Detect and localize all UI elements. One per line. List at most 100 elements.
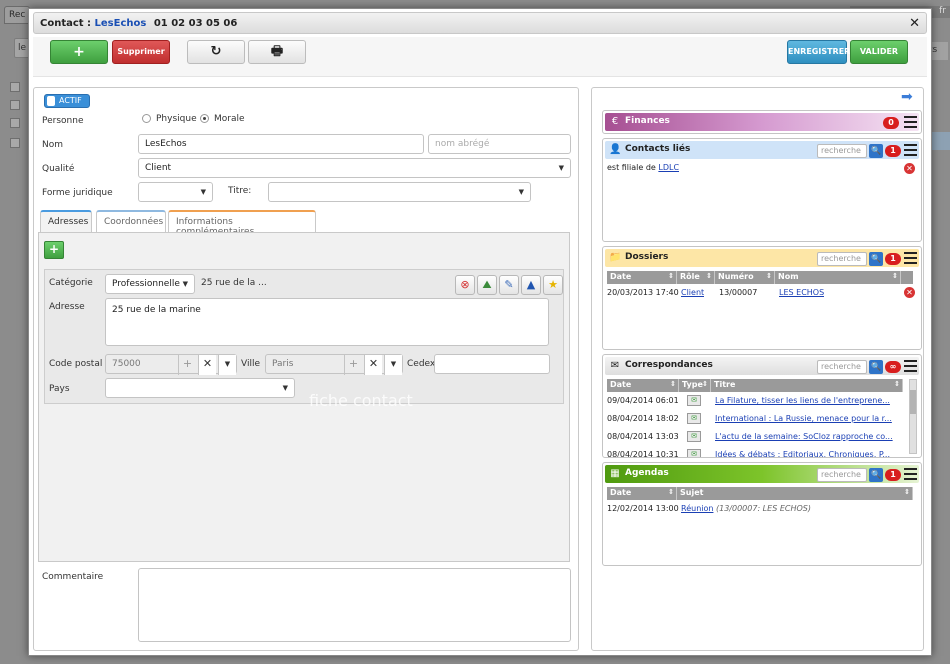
correspondances-widget: ✉ Correspondances recherche 🔍 ∞ Date ⇕ Ty…	[602, 354, 922, 458]
pays-select[interactable]	[105, 378, 295, 398]
add-button[interactable]: +	[50, 40, 108, 64]
close-icon[interactable]: ✕	[909, 16, 920, 31]
agendas-search-input[interactable]: recherche	[817, 468, 867, 482]
correspondances-scrollbar[interactable]	[909, 379, 917, 454]
delete-icon[interactable]: ✕	[904, 287, 915, 298]
table-row[interactable]: 08/04/2014 10:31 ✉ Idées & débats : Edit…	[607, 447, 903, 457]
contacts-search-input[interactable]: recherche	[817, 144, 867, 158]
morale-radio[interactable]	[200, 114, 209, 123]
table-row[interactable]: 09/04/2014 06:01 ✉ La Filature, tisser l…	[607, 393, 903, 411]
qualite-select[interactable]: Client	[138, 158, 571, 178]
calendar-icon: ▦	[610, 468, 620, 479]
menu-icon[interactable]	[904, 116, 917, 128]
categorie-select[interactable]: Professionnelle	[105, 274, 195, 294]
correspondance-date: 08/04/2014 13:03	[607, 432, 679, 441]
column-header[interactable]: Rôle ⇕	[677, 271, 715, 284]
physique-label: Physique	[156, 114, 197, 124]
column-header[interactable]: Date ⇕	[607, 379, 679, 392]
menu-icon[interactable]	[904, 252, 917, 264]
correspondance-title[interactable]: La Filature, tisser les liens de l'entre…	[715, 396, 903, 405]
titre-select[interactable]	[268, 182, 531, 202]
favorite-star-icon[interactable]: ★	[543, 275, 563, 295]
agendas-title: Agendas	[625, 468, 669, 478]
menu-icon[interactable]	[904, 468, 917, 480]
save-button[interactable]: ENREGISTRER	[787, 40, 850, 64]
adresse-textarea[interactable]: 25 rue de la marine	[105, 298, 549, 346]
map-icon[interactable]: ⛰	[477, 275, 497, 295]
column-header[interactable]: Date ⇕	[607, 487, 677, 500]
dossier-role[interactable]: Client	[681, 288, 704, 297]
correspondance-title[interactable]: International : La Russie, menace pour l…	[715, 414, 903, 423]
correspondance-title[interactable]: L'actu de la semaine: SoCloz rapproche c…	[715, 432, 903, 441]
clear-icon[interactable]: ✕	[198, 355, 216, 375]
contact-name: LesEchos	[94, 18, 147, 29]
forme-juridique-label: Forme juridique	[42, 188, 113, 198]
email-type-icon: ✉	[687, 431, 701, 442]
delete-address-icon[interactable]: ⊗	[455, 275, 475, 295]
plus-icon[interactable]: +	[178, 355, 196, 375]
add-address-button[interactable]: +	[44, 241, 64, 259]
plus-icon[interactable]: +	[344, 355, 362, 375]
refresh-button[interactable]: ↻	[187, 40, 245, 64]
move-up-icon[interactable]: ▲	[521, 275, 541, 295]
correspondances-search-input[interactable]: recherche	[817, 360, 867, 374]
code-postal-input[interactable]: 75000 + ✕ ▼	[105, 354, 237, 375]
delete-icon[interactable]: ✕	[904, 163, 915, 174]
cedex-input[interactable]	[434, 354, 550, 374]
agenda-subject-link[interactable]: Réunion	[681, 504, 713, 513]
clear-icon[interactable]: ✕	[364, 355, 382, 375]
refresh-icon: ↻	[210, 44, 222, 59]
address-summary: 25 rue de la ...	[201, 278, 267, 288]
column-header[interactable]: Nom ⇕	[775, 271, 901, 284]
nom-abrege-input[interactable]: nom abrégé	[428, 134, 571, 154]
delete-button[interactable]: Supprimer	[112, 40, 170, 64]
search-icon[interactable]: 🔍	[869, 144, 883, 158]
physique-radio[interactable]	[142, 114, 151, 123]
euro-icon: €	[611, 116, 619, 127]
dossiers-title: Dossiers	[625, 252, 669, 262]
column-header[interactable]: Sujet ⇕	[677, 487, 913, 500]
forme-juridique-select[interactable]	[138, 182, 213, 202]
column-header[interactable]: Date ⇕	[607, 271, 677, 284]
correspondance-title[interactable]: Idées & débats : Editoriaux, Chroniques,…	[715, 450, 903, 457]
table-row[interactable]: 08/04/2014 13:03 ✉ L'actu de la semaine:…	[607, 429, 903, 447]
finances-header: € Finances 0	[605, 113, 919, 131]
background-checkbox	[10, 82, 20, 92]
dossier-nom[interactable]: LES ECHOS	[779, 288, 824, 297]
person-icon: 👤	[609, 144, 622, 155]
tab-adresses[interactable]: Adresses	[40, 210, 92, 232]
toolbar: + Supprimer ↻ 🖶 ENREGISTRER VALIDER	[33, 37, 927, 77]
ville-input[interactable]: Paris + ✕ ▼	[265, 354, 403, 375]
table-row[interactable]: 12/02/2014 13:00 Réunion (13/00007: LES …	[607, 501, 913, 519]
search-icon[interactable]: 🔍	[869, 360, 883, 374]
search-icon[interactable]: 🔍	[869, 252, 883, 266]
chevron-down-icon[interactable]: ▼	[384, 355, 402, 375]
tab-coordonnees[interactable]: Coordonnées	[96, 210, 166, 232]
widgets-panel: ➡ € Finances 0 👤 Contacts liés recherche…	[591, 87, 924, 651]
tab-informations[interactable]: Informations complémentaires	[168, 210, 316, 237]
chevron-down-icon[interactable]: ▼	[218, 355, 236, 375]
column-header[interactable]: Type ⇕	[679, 379, 711, 392]
dossiers-search-input[interactable]: recherche	[817, 252, 867, 266]
edit-icon[interactable]: ✎	[499, 275, 519, 295]
email-type-icon: ✉	[687, 449, 701, 457]
email-type-icon: ✉	[687, 413, 701, 424]
menu-icon[interactable]	[904, 360, 917, 372]
contact-modal: Contact : LesEchos 01 02 03 05 06 ✕ + Su…	[28, 8, 932, 656]
nom-input[interactable]: LesEchos	[138, 134, 424, 154]
table-row[interactable]: 20/03/2013 17:40 Client 13/00007 LES ECH…	[607, 285, 913, 303]
column-header[interactable]: Numéro ⇕	[715, 271, 775, 284]
column-header[interactable]: Titre ⇕	[711, 379, 903, 392]
contact-relation-link[interactable]: LDLC	[658, 163, 679, 172]
commentaire-textarea[interactable]	[138, 568, 571, 642]
agenda-subject-detail: (13/00007: LES ECHOS)	[716, 504, 811, 513]
table-row[interactable]: 08/04/2014 18:02 ✉ International : La Ru…	[607, 411, 903, 429]
validate-button[interactable]: VALIDER	[850, 40, 908, 64]
print-button[interactable]: 🖶	[248, 40, 306, 64]
search-icon[interactable]: 🔍	[869, 468, 883, 482]
email-type-icon: ✉	[687, 395, 701, 406]
menu-icon[interactable]	[904, 144, 917, 156]
correspondance-date: 09/04/2014 06:01	[607, 396, 679, 405]
status-toggle[interactable]: ACTIF	[44, 94, 90, 108]
arrow-right-icon[interactable]: ➡	[901, 90, 915, 104]
